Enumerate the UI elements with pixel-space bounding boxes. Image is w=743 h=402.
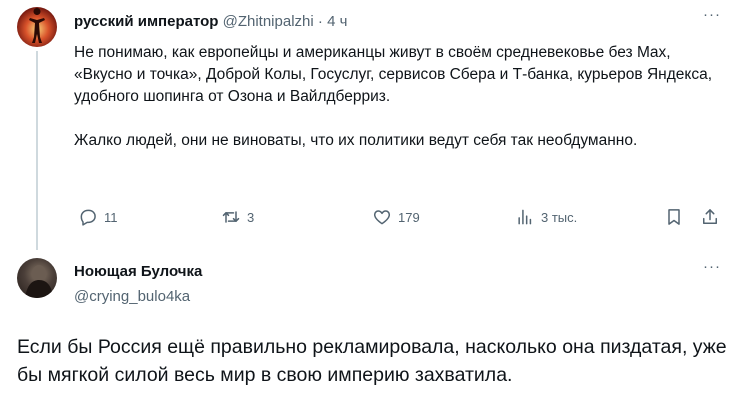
tweet-text-paragraph: Жалко людей, они не виноваты, что их пол… [74, 132, 638, 149]
repost-count: 3 [247, 209, 255, 225]
bookmark-button[interactable] [664, 205, 684, 229]
repost-button[interactable]: 3 [221, 205, 254, 229]
more-options-icon[interactable]: ··· [700, 259, 724, 282]
tweet-text: Не понимаю, как европейцы и американцы ж… [74, 42, 724, 152]
reply-button[interactable]: 11 [78, 205, 118, 229]
avatar[interactable] [17, 7, 57, 47]
like-count: 179 [398, 209, 420, 225]
share-icon [703, 209, 717, 224]
views-count: 3 тыс. [541, 209, 578, 225]
display-name[interactable]: Ноющая Булочка [74, 262, 202, 282]
reply-count: 11 [104, 209, 118, 225]
bookmark-icon [668, 209, 680, 225]
thread-line [36, 51, 38, 250]
avatar-figure-icon [29, 8, 45, 43]
tweet-header: Ноющая Булочка @crying_bulo4ka [74, 262, 202, 307]
share-button[interactable] [700, 205, 720, 229]
reply-icon [80, 209, 96, 226]
action-bar: 11 3 179 3 тыс. [74, 205, 734, 229]
repost-icon [222, 211, 240, 223]
tweet-header: русский император @Zhitnipalzhi · 4 ч [74, 12, 347, 32]
avatar-figure-icon [25, 265, 53, 298]
separator: · [317, 13, 323, 30]
timestamp[interactable]: 4 ч [327, 13, 347, 30]
display-name[interactable]: русский император [74, 13, 218, 30]
handle[interactable]: @crying_bulo4ka [74, 287, 202, 307]
heart-icon [373, 210, 391, 225]
like-button[interactable]: 179 [372, 205, 420, 229]
avatar[interactable] [17, 258, 57, 298]
more-options-icon[interactable]: ··· [700, 7, 724, 30]
tweet-parent[interactable]: русский император @Zhitnipalzhi · 4 ч ··… [0, 0, 743, 250]
handle[interactable]: @Zhitnipalzhi [223, 13, 314, 30]
analytics-icon [518, 209, 532, 225]
tweet-text: Если бы Россия ещё правильно рекламирова… [17, 336, 727, 386]
tweet-text-paragraph: Не понимаю, как европейцы и американцы ж… [74, 44, 713, 105]
views-button[interactable]: 3 тыс. [515, 205, 577, 229]
